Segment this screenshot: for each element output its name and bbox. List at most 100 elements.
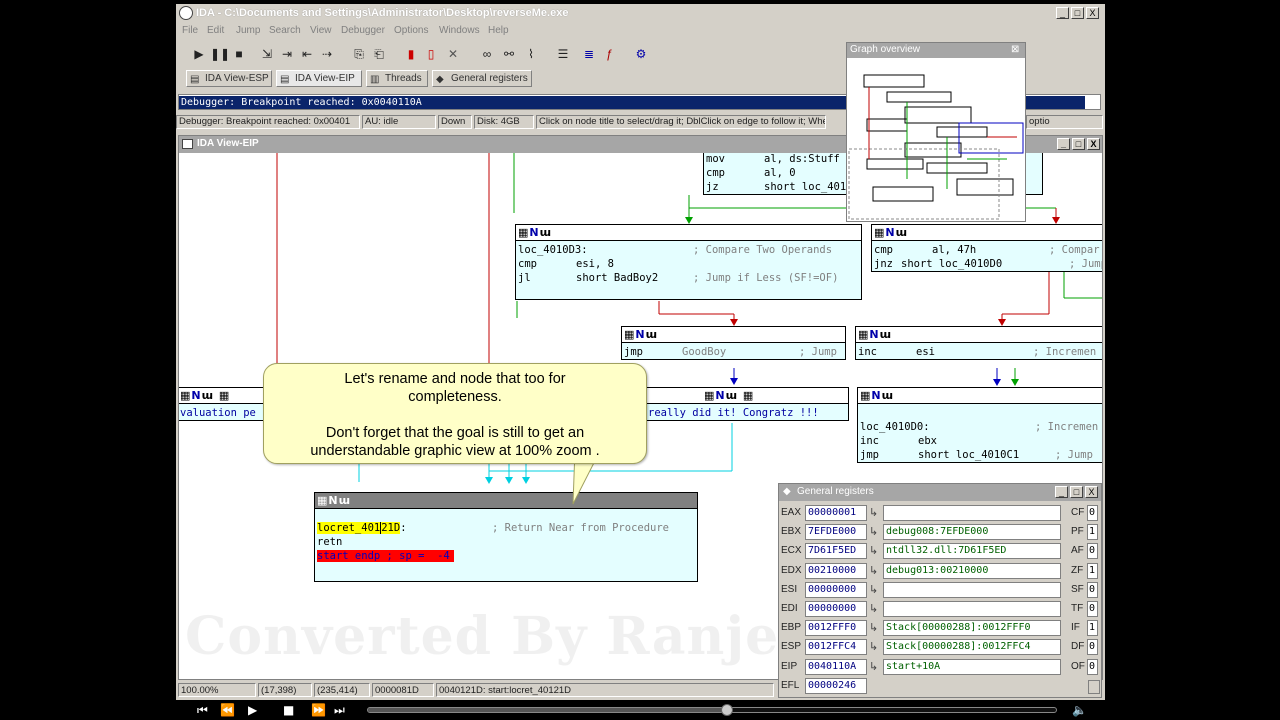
registers-scrollbar[interactable] — [1088, 680, 1100, 694]
graph-node-congratz[interactable]: ▦Nɯ ▦ really did it! Congratz !!! — [645, 387, 849, 421]
flag-value[interactable]: 0 — [1087, 581, 1098, 598]
close-button[interactable]: X — [1086, 7, 1099, 19]
skip-start-icon[interactable]: ⏮ — [197, 702, 208, 718]
registers-maximize-button[interactable]: □ — [1070, 486, 1083, 498]
register-value[interactable]: 0012FFC4 — [805, 639, 867, 656]
detach-icon[interactable]: ⎗ — [370, 46, 388, 63]
pause-icon[interactable]: ❚❚ — [210, 46, 230, 63]
close-icon[interactable]: ✕ — [444, 46, 462, 63]
jump-arrow-icon[interactable]: ↳ — [869, 563, 881, 579]
step-over-icon[interactable]: ⇥ — [278, 46, 296, 63]
graph-node-locret[interactable]: ▦Nɯ locret_40121D: ; Return Near from Pro… — [314, 492, 698, 582]
flag-value[interactable]: 0 — [1087, 601, 1098, 617]
flag-value[interactable]: 0 — [1087, 543, 1098, 560]
view-maximize-button[interactable]: □ — [1072, 138, 1085, 150]
overview-title[interactable]: Graph overview ⊠ — [847, 43, 1025, 58]
register-value[interactable]: 00210000 — [805, 562, 867, 579]
view-minimize-button[interactable]: _ — [1057, 138, 1070, 150]
run-to-cursor-icon[interactable]: ⇢ — [318, 46, 336, 63]
seek-bar[interactable] — [367, 704, 1057, 716]
menu-debugger[interactable]: Debugger — [341, 25, 385, 36]
tab-ida-view-eip[interactable]: ▤ IDA View-EIP — [276, 70, 362, 87]
step-into-icon[interactable]: ⇲ — [258, 46, 276, 63]
jump-arrow-icon[interactable]: ↳ — [869, 543, 881, 559]
register-value[interactable]: 7EFDE000 — [805, 524, 867, 541]
menu-jump[interactable]: Jump — [236, 25, 260, 36]
node-header[interactable]: ▦Nɯ — [858, 388, 1102, 404]
register-icon[interactable]: ⚙ — [632, 46, 650, 63]
jump-arrow-icon[interactable]: ↳ — [869, 505, 881, 521]
tab-general-registers[interactable]: ◆ General registers — [432, 70, 532, 87]
register-value[interactable]: 00000246 — [805, 677, 867, 694]
registers-close-button[interactable]: X — [1085, 486, 1098, 498]
flag-value[interactable]: 1 — [1087, 620, 1098, 637]
trace-icon[interactable]: ⌇ — [522, 46, 540, 63]
jump-arrow-icon[interactable]: ↳ — [869, 582, 881, 598]
minimize-button[interactable]: _ — [1056, 7, 1069, 19]
menu-help[interactable]: Help — [488, 25, 509, 36]
attach-icon[interactable]: ⎘ — [350, 46, 368, 63]
register-value[interactable]: 00000000 — [805, 601, 867, 617]
register-value[interactable]: 00000001 — [805, 505, 867, 521]
register-value[interactable]: 0012FFF0 — [805, 620, 867, 637]
menu-search[interactable]: Search — [269, 25, 301, 36]
title-bar[interactable]: IDA - C:\Documents and Settings\Administ… — [176, 4, 1105, 23]
play-icon[interactable]: ▶ — [248, 702, 257, 718]
flag-value[interactable]: 1 — [1087, 524, 1098, 541]
menu-file[interactable]: File — [182, 25, 198, 36]
jump-arrow-icon[interactable]: ↳ — [869, 524, 881, 540]
overview-minimap[interactable] — [847, 59, 1025, 222]
unlink-icon[interactable]: ⚯ — [500, 46, 518, 63]
node-header[interactable]: ▦Nɯ — [622, 327, 845, 343]
rewind-icon[interactable]: ⏪ — [220, 702, 235, 718]
tab-ida-view-esp[interactable]: ▤ IDA View-ESP — [186, 70, 272, 87]
register-value[interactable]: 0040110A — [805, 658, 867, 675]
maximize-button[interactable]: □ — [1071, 7, 1084, 19]
menu-edit[interactable]: Edit — [207, 25, 224, 36]
overview-close-icon[interactable]: ⊠ — [1011, 43, 1019, 57]
graph-node-inc-esi[interactable]: ▦Nɯ inc esi ; Incremen — [855, 326, 1102, 360]
fast-forward-icon[interactable]: ⏩ — [311, 702, 326, 718]
tab-threads[interactable]: ▥ Threads — [366, 70, 428, 87]
stop-icon[interactable]: ■ — [230, 46, 248, 63]
node-header[interactable]: ▦Nɯ ▦ — [179, 388, 276, 404]
node-header[interactable]: ▦Nɯ — [516, 225, 861, 241]
seek-handle[interactable] — [720, 704, 733, 716]
jump-arrow-icon[interactable]: ↳ — [869, 601, 881, 617]
function-icon[interactable]: ƒ — [600, 46, 618, 63]
jump-arrow-icon[interactable]: ↳ — [869, 620, 881, 636]
flag-value[interactable]: 0 — [1087, 505, 1098, 521]
run-until-return-icon[interactable]: ⇤ — [298, 46, 316, 63]
skip-end-icon[interactable]: ⏭ — [334, 702, 345, 718]
graph-node-cmp-47h[interactable]: ▦Nɯ cmp al, 47h ; Compar jnz short loc_4010… — [871, 224, 1102, 272]
flag-value[interactable]: 1 — [1087, 562, 1098, 579]
registers-title-bar[interactable]: ◆ General registers _ □ X — [779, 484, 1101, 501]
breakpoint-delete-icon[interactable]: ▯ — [422, 46, 440, 63]
menu-options[interactable]: Options — [394, 25, 428, 36]
breakpoint-toggle-icon[interactable]: ▮ — [402, 46, 420, 63]
list-icon[interactable]: ☰ — [554, 46, 572, 63]
menu-windows[interactable]: Windows — [439, 25, 480, 36]
register-value[interactable]: 00000000 — [805, 581, 867, 598]
node-header[interactable]: ▦Nɯ — [315, 493, 697, 509]
menu-view[interactable]: View — [310, 25, 332, 36]
play-icon[interactable]: ▶ — [190, 46, 208, 63]
register-value[interactable]: 7D61F5ED — [805, 543, 867, 560]
registers-minimize-button[interactable]: _ — [1055, 486, 1068, 498]
function-list-icon[interactable]: ≣ — [580, 46, 598, 63]
graph-overview-panel[interactable]: Graph overview ⊠ — [846, 42, 1026, 222]
flag-value[interactable]: 0 — [1087, 639, 1098, 656]
node-header[interactable]: ▦Nɯ — [872, 225, 1102, 241]
jump-arrow-icon[interactable]: ↳ — [869, 639, 881, 655]
view-close-button[interactable]: X — [1087, 138, 1100, 150]
volume-icon[interactable]: 🔈 — [1072, 702, 1087, 718]
flag-value[interactable]: 0 — [1087, 658, 1098, 675]
stop-icon[interactable]: ■ — [283, 702, 294, 718]
link-icon[interactable]: ∞ — [478, 46, 496, 63]
graph-node-loc-4010d3[interactable]: ▦Nɯ loc_4010D3: ; Compare Two Operands cm… — [515, 224, 862, 300]
graph-node-jmp-goodboy[interactable]: ▦Nɯ jmp GoodBoy ; Jump — [621, 326, 846, 360]
node-header[interactable]: ▦Nɯ ▦ — [646, 388, 848, 404]
node-header[interactable]: ▦Nɯ — [856, 327, 1102, 343]
graph-node-loc-4010d0[interactable]: ▦Nɯ loc_4010D0: ; Incremen inc ebx jmp shor… — [857, 387, 1102, 463]
jump-arrow-icon[interactable]: ↳ — [869, 659, 881, 675]
